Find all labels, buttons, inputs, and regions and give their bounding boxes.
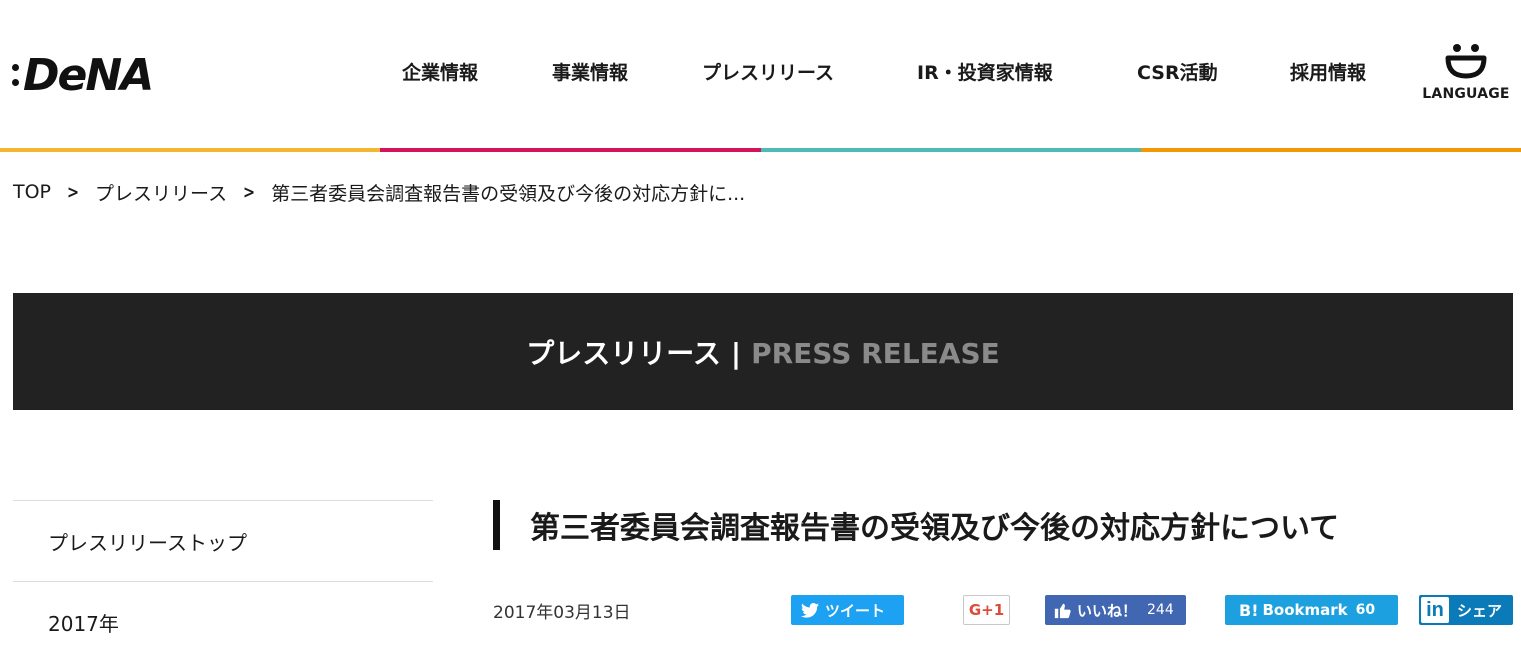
tweet-button[interactable]: ツイート [791,595,904,625]
logo-text: DeNA [23,49,154,101]
sidebar: プレスリリーストップ 2017年 [13,500,433,662]
color-segment-magenta [380,148,761,152]
tweet-label: ツイート [825,601,886,620]
google-plus-label: G+1 [968,601,1005,619]
breadcrumb-separator: > [243,181,256,203]
banner-title: プレスリリース | PRESS RELEASE [526,332,1000,372]
logo-dots [12,64,19,86]
thumbs-up-icon [1054,603,1071,618]
breadcrumb: TOP > プレスリリース > 第三者委員会調査報告書の受領及び今後の対応方針に… [13,178,745,206]
facebook-like-count: 244 [1147,602,1174,618]
site-header: DeNA 企業情報 事業情報 プレスリリース IR・投資家情報 CSR活動 採用… [0,0,1521,148]
dena-logo[interactable]: DeNA [12,46,154,104]
nav-item-business[interactable]: 事業情報 [552,58,628,85]
banner-title-ja: プレスリリース [526,336,721,370]
color-segment-orange [1140,148,1521,152]
linkedin-icon: in [1421,597,1449,623]
breadcrumb-top[interactable]: TOP [13,181,51,203]
google-plus-button[interactable]: G+1 [963,595,1010,625]
color-segment-teal [760,148,1141,152]
nav-item-recruit[interactable]: 採用情報 [1290,58,1366,85]
hatena-bookmark-count: 60 [1355,602,1376,618]
article-date: 2017年03月13日 [493,603,631,623]
hatena-bookmark-label: Bookmark [1262,601,1348,619]
nav-item-ir[interactable]: IR・投資家情報 [917,58,1053,85]
hatena-bookmark-icon: B! [1239,600,1259,620]
language-button[interactable]: LANGUAGE [1418,42,1514,112]
sidebar-item-2017[interactable]: 2017年 [13,581,433,662]
banner-divider: | [730,336,742,370]
nav-item-csr[interactable]: CSR活動 [1137,58,1218,85]
facebook-like-label: いいね！ [1077,601,1138,620]
linkedin-share-button[interactable]: in シェア [1419,595,1513,625]
sidebar-item-press-top[interactable]: プレスリリーストップ [13,500,433,581]
banner-title-en: PRESS RELEASE [751,336,1000,370]
page-banner: プレスリリース | PRESS RELEASE [13,293,1513,410]
twitter-bird-icon [801,602,819,618]
hatena-bookmark-button[interactable]: B! Bookmark 60 [1225,595,1398,625]
breadcrumb-separator: > [66,181,80,203]
facebook-like-button[interactable]: いいね！ 244 [1045,595,1186,625]
color-segment-yellow [0,148,381,152]
language-label: LANGUAGE [1422,86,1510,102]
nav-item-company[interactable]: 企業情報 [402,58,478,85]
breadcrumb-press-release[interactable]: プレスリリース [95,179,227,206]
linkedin-share-label: シェア [1457,601,1503,620]
smile-globe-icon [1445,44,1487,79]
breadcrumb-current: 第三者委員会調査報告書の受領及び今後の対応方針に... [271,182,746,205]
nav-item-press-release[interactable]: プレスリリース [702,58,834,85]
article-title: 第三者委員会調査報告書の受領及び今後の対応方針について [493,500,1339,550]
header-color-bar [0,148,1521,152]
